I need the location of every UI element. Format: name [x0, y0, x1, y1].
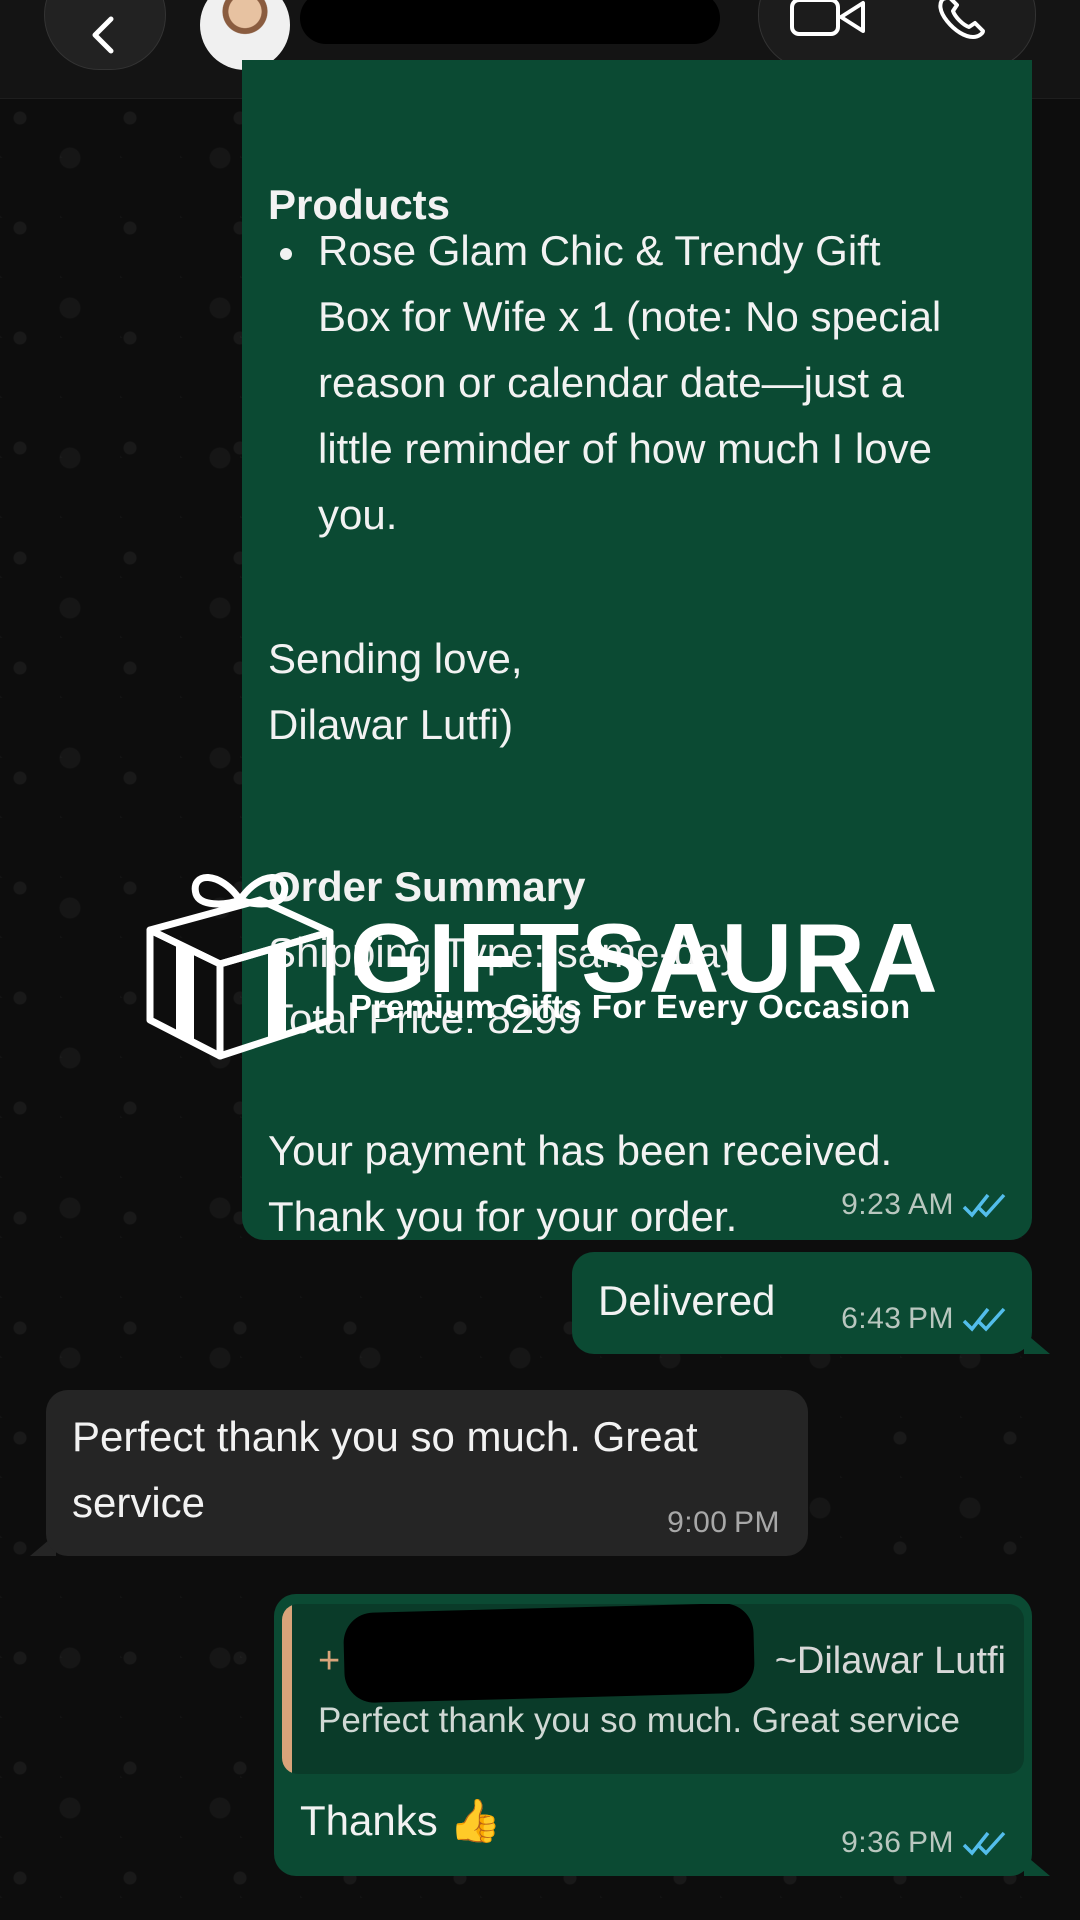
giftsaura-watermark: GIFTSAURA Premium Gifts For Every Occasi…: [140, 860, 960, 1060]
message-text: Delivered: [598, 1277, 776, 1324]
incoming-message-bubble[interactable]: Perfect thank you so much. Great service…: [46, 1390, 808, 1556]
contact-name-redacted[interactable]: [300, 0, 720, 44]
quote-text: Perfect thank you so much. Great service: [318, 1701, 960, 1740]
message-text: service: [72, 1479, 206, 1526]
product-line: Rose Glam Chic & Trendy Gift: [318, 227, 881, 274]
message-time: 6:43 PM: [841, 1302, 1008, 1336]
read-ticks-icon: [962, 1193, 1006, 1218]
quote-plus-sign: +: [318, 1640, 341, 1682]
message-time: 9:23 AM: [841, 1188, 1008, 1222]
payment-line: Your payment has been received.: [268, 1127, 893, 1174]
product-line: little reminder of how much I love: [318, 425, 932, 472]
reply-text: Thanks 👍: [300, 1797, 502, 1844]
closing-line: Sending love,: [268, 635, 523, 682]
bubble-tail-icon: [1024, 1854, 1050, 1876]
message-text: Perfect thank you so much. Great: [72, 1413, 698, 1460]
message-time: 9:00 PM: [667, 1506, 780, 1539]
product-line: Box for Wife x 1 (note: No special: [318, 293, 942, 340]
phone-icon[interactable]: [935, 0, 995, 41]
quote-author: ~Dilawar Lutfi: [774, 1640, 1006, 1682]
video-camera-icon[interactable]: [789, 0, 867, 41]
watermark-tagline: Premium Gifts For Every Occasion: [350, 988, 911, 1025]
read-ticks-icon: [962, 1831, 1006, 1856]
message-time: 9:36 PM: [841, 1826, 1008, 1860]
bubble-tail-icon: [1024, 1332, 1050, 1354]
order-message-bubble[interactable]: Products Rose Glam Chic & Trendy Gift Bo…: [242, 60, 1032, 1240]
product-line: you.: [318, 491, 398, 538]
quote-accent-bar: [282, 1604, 292, 1774]
payment-line: Thank you for your order.: [268, 1193, 738, 1240]
quoted-message[interactable]: + ~Dilawar Lutfi Perfect thank you so mu…: [282, 1604, 1024, 1774]
back-button[interactable]: [44, 0, 166, 70]
chevron-left-icon: [92, 16, 114, 54]
closing-line: Dilawar Lutfi): [268, 701, 514, 748]
product-line: reason or calendar date—just a: [318, 359, 905, 406]
bullet-icon: [280, 248, 292, 260]
delivered-message-bubble[interactable]: Delivered 6:43 PM: [572, 1252, 1032, 1354]
read-ticks-icon: [962, 1307, 1006, 1332]
gift-box-logo-icon: [146, 874, 334, 1060]
